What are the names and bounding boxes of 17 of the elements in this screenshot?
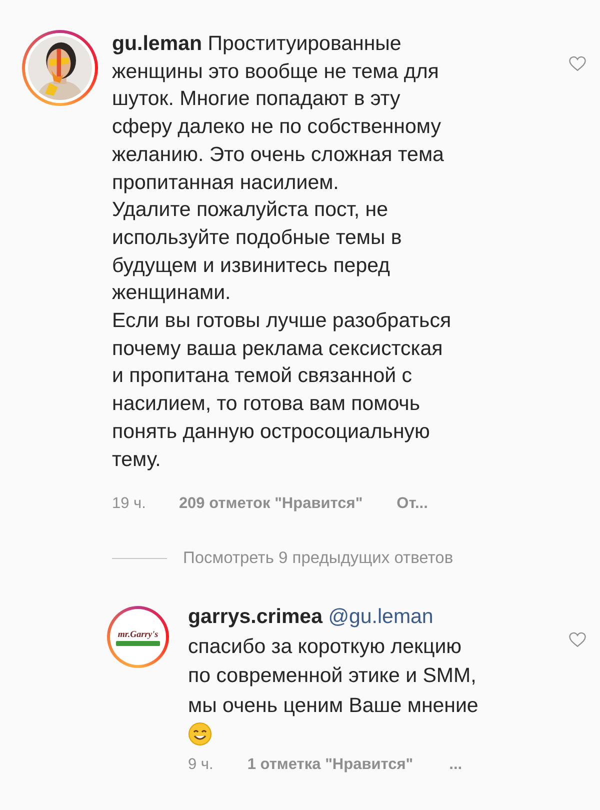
view-replies-link[interactable]: Посмотреть 9 предыдущих ответов <box>183 549 454 568</box>
reply-link[interactable]: От... <box>396 495 428 514</box>
heart-icon[interactable] <box>569 56 586 72</box>
more-link[interactable]: ... <box>449 756 462 774</box>
username-link[interactable]: gu.leman <box>112 32 202 55</box>
comment-text: gu.leman Проституированные женщины это вообще не тема для шуток. Многие попадают в эту сферу далеко не по собственному желанию. Это очень сложная тема пропитанная насилием. Удалите пожалуйста пост, не используйте подобные темы в будущем и извинитесь перед женщинами. Если вы готовы лучше разобраться почему ваша реклама сексистская и пропитана темой связанной с насилием, то готова вам помочь понять данную остросоциальную тему. <box>112 31 452 473</box>
avatar-logo-text: mr.Garry's <box>118 628 158 639</box>
likes-link[interactable]: 209 отметок "Нравится" <box>178 495 363 514</box>
comment-time: 19 ч. <box>112 495 146 514</box>
smile-emoji-icon <box>188 722 212 746</box>
mention-link[interactable]: @gu.leman <box>328 605 434 628</box>
avatar[interactable]: mr.Garry's <box>107 606 169 668</box>
username-link[interactable]: garrys.crimea <box>188 605 322 628</box>
heart-icon[interactable] <box>569 632 586 648</box>
likes-link[interactable]: 1 отметка "Нравится" <box>247 756 414 774</box>
reply-text: garrys.crimea @gu.leman спасибо за короткую лекцию по современной этике и SMM, мы очень ценим Ваше мнение <box>188 604 480 719</box>
reply-time: 9 ч. <box>188 756 214 774</box>
